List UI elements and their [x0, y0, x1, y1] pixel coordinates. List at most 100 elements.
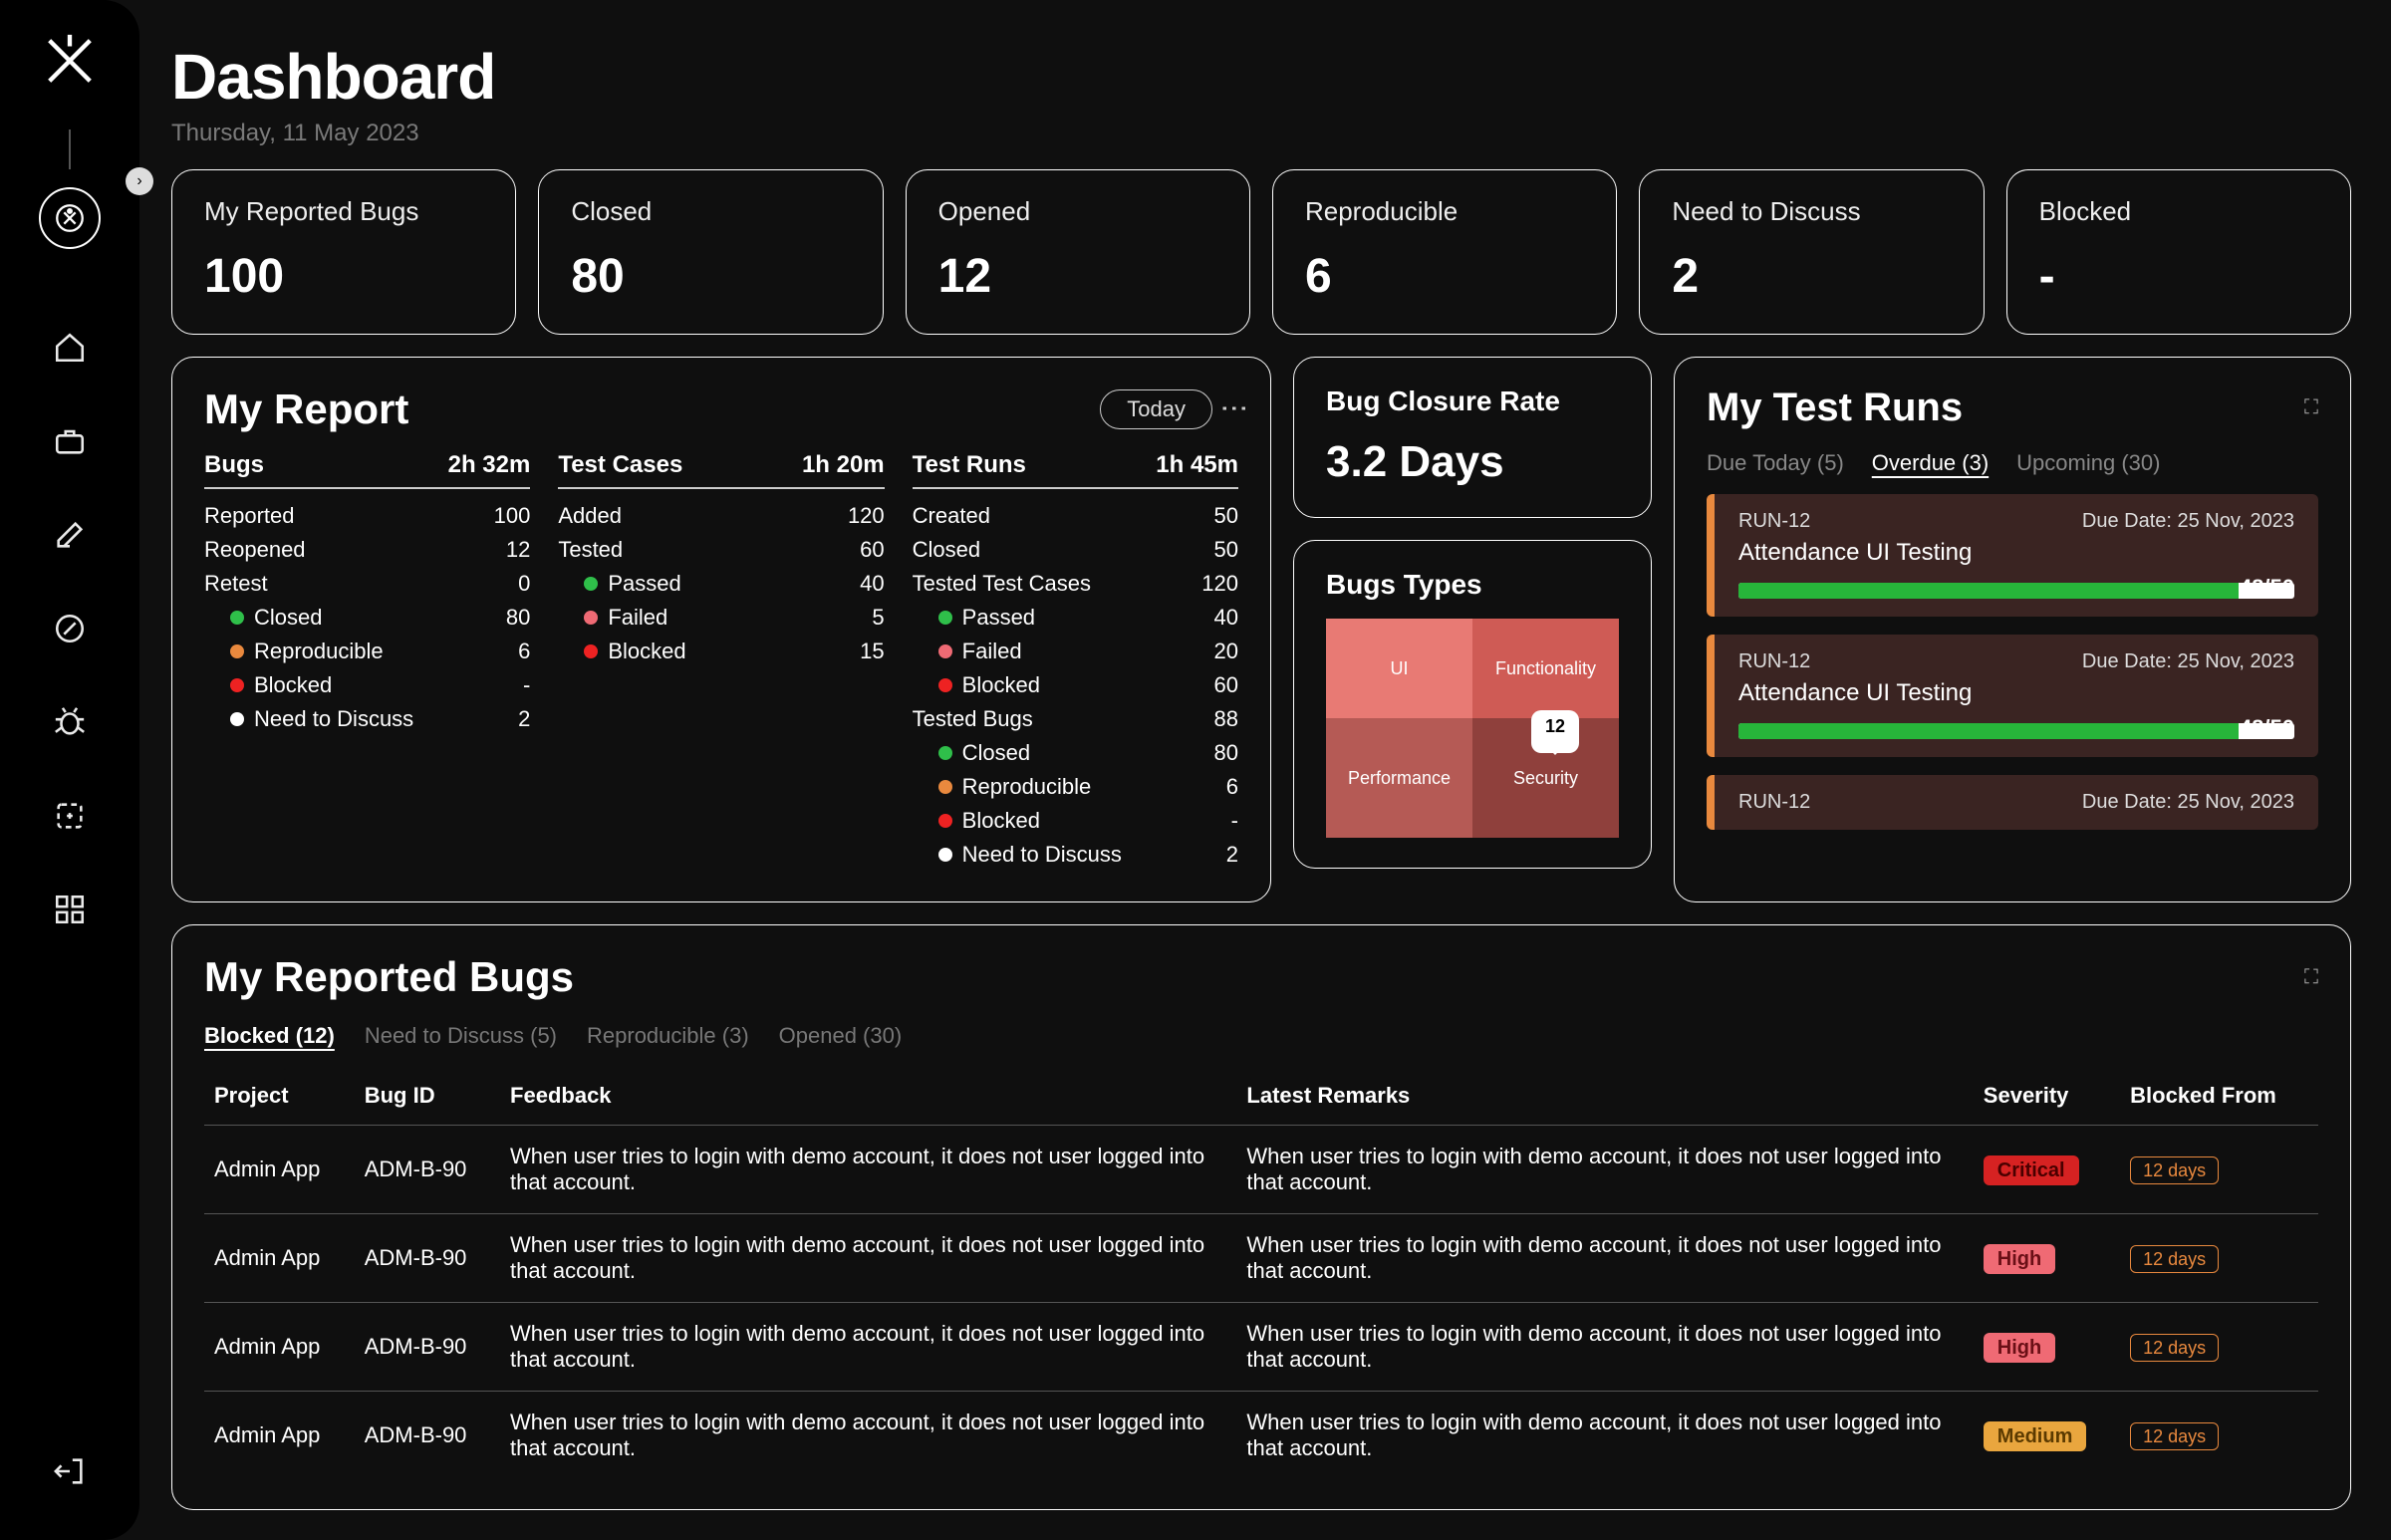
table-header: Blocked From: [2120, 1071, 2318, 1126]
cell-remarks: When user tries to login with demo accou…: [1236, 1126, 1973, 1214]
nav-bug[interactable]: [51, 703, 89, 741]
report-column: Test Cases 1h 20m Added 120 Tested 60 Pa…: [558, 451, 884, 872]
run-due: Due Date: 25 Nov, 2023: [2082, 650, 2294, 673]
report-row-value: 88: [1214, 706, 1238, 732]
report-row: Tested 60: [558, 533, 884, 567]
report-row-label: Tested: [558, 537, 623, 563]
report-filter-today[interactable]: Today: [1100, 389, 1212, 429]
report-row-value: 100: [494, 503, 531, 529]
table-header: Latest Remarks: [1236, 1071, 1973, 1126]
kpi-card[interactable]: Need to Discuss 2: [1639, 169, 1984, 335]
report-row-label: Added: [558, 503, 622, 529]
table-row[interactable]: Admin App ADM-B-90 When user tries to lo…: [204, 1303, 2318, 1392]
treemap-ui[interactable]: UI: [1326, 619, 1472, 718]
status-dot-icon: [938, 644, 952, 658]
nav-edit[interactable]: [51, 516, 89, 554]
project-avatar[interactable]: [39, 187, 101, 249]
report-row-label: Tested Test Cases: [913, 571, 1091, 597]
nav-crop[interactable]: [51, 797, 89, 835]
treemap-performance[interactable]: Performance: [1326, 718, 1472, 838]
report-row: Reproducible 6: [204, 635, 530, 668]
nav-logout[interactable]: [51, 1452, 89, 1490]
report-row-label: Reproducible: [254, 639, 384, 664]
kpi-card[interactable]: Opened 12: [906, 169, 1250, 335]
mid-row: My Report Today ⋮ Bugs 2h 32m Reported 1…: [171, 357, 2351, 902]
reported-bugs-table: ProjectBug IDFeedbackLatest RemarksSever…: [204, 1071, 2318, 1479]
blocked-chip: 12 days: [2130, 1245, 2219, 1273]
report-row-label: Blocked: [254, 672, 332, 698]
report-row: Reported 100: [204, 499, 530, 533]
test-runs-tab[interactable]: Due Today (5): [1707, 450, 1844, 476]
test-run-card[interactable]: RUN-12Due Date: 25 Nov, 2023: [1707, 775, 2318, 830]
report-row: Tested Test Cases 120: [913, 567, 1238, 601]
sidebar-expand-button[interactable]: ›: [126, 167, 153, 195]
report-row-value: 50: [1214, 537, 1238, 563]
report-row-value: 40: [860, 571, 884, 597]
run-id: RUN-12: [1738, 791, 1810, 814]
test-runs-tabs: Due Today (5) Overdue (3) Upcoming (30): [1707, 450, 2318, 476]
cell-bug-id: ADM-B-90: [355, 1126, 500, 1214]
kpi-card[interactable]: Reproducible 6: [1272, 169, 1617, 335]
kpi-label: Blocked: [2039, 196, 2318, 227]
test-run-card[interactable]: RUN-12Due Date: 25 Nov, 2023 Attendance …: [1707, 494, 2318, 617]
reported-bugs-tab[interactable]: Reproducible (3): [587, 1023, 749, 1049]
report-row: Blocked -: [204, 668, 530, 702]
reported-bugs-tab[interactable]: Opened (30): [779, 1023, 903, 1049]
cell-project: Admin App: [204, 1303, 355, 1392]
status-dot-icon: [938, 814, 952, 828]
report-row-value: 50: [1214, 503, 1238, 529]
blocked-chip: 12 days: [2130, 1156, 2219, 1184]
table-row[interactable]: Admin App ADM-B-90 When user tries to lo…: [204, 1392, 2318, 1480]
report-row-value: 40: [1214, 605, 1238, 631]
status-dot-icon: [230, 678, 244, 692]
cell-feedback: When user tries to login with demo accou…: [500, 1392, 1236, 1480]
report-row: Need to Discuss 2: [913, 838, 1238, 872]
report-row-value: 6: [1226, 774, 1238, 800]
cell-project: Admin App: [204, 1126, 355, 1214]
report-row-label: Reopened: [204, 537, 306, 563]
nav-home[interactable]: [51, 329, 89, 367]
treemap-tooltip: 12: [1531, 710, 1579, 753]
nav-briefcase[interactable]: [51, 422, 89, 460]
main-content: Dashboard Thursday, 11 May 2023 My Repor…: [139, 0, 2391, 1540]
cell-blocked: 12 days: [2120, 1303, 2318, 1392]
report-row: Passed 40: [558, 567, 884, 601]
run-title: Attendance UI Testing: [1738, 679, 2294, 707]
reported-bugs-tab[interactable]: Need to Discuss (5): [365, 1023, 557, 1049]
nav-compass[interactable]: [51, 610, 89, 647]
report-row-value: 2: [518, 706, 530, 732]
nav-grid[interactable]: [51, 891, 89, 928]
cell-severity: Medium: [1974, 1392, 2120, 1480]
reported-bugs-panel: My Reported Bugs ⛶ Blocked (12)Need to D…: [171, 924, 2351, 1510]
report-row: Added 120: [558, 499, 884, 533]
blocked-chip: 12 days: [2130, 1334, 2219, 1362]
kpi-card[interactable]: Closed 80: [538, 169, 883, 335]
test-runs-tab[interactable]: Upcoming (30): [2016, 450, 2160, 476]
table-row[interactable]: Admin App ADM-B-90 When user tries to lo…: [204, 1126, 2318, 1214]
test-runs-tab[interactable]: Overdue (3): [1872, 450, 1989, 476]
page-header: Dashboard Thursday, 11 May 2023: [171, 40, 2351, 147]
cell-bug-id: ADM-B-90: [355, 1214, 500, 1303]
expand-icon[interactable]: ⛶: [2304, 966, 2318, 989]
severity-badge: Medium: [1984, 1421, 2087, 1451]
test-run-card[interactable]: RUN-12Due Date: 25 Nov, 2023 Attendance …: [1707, 635, 2318, 757]
report-row-value: -: [523, 672, 530, 698]
reported-bugs-tab[interactable]: Blocked (12): [204, 1023, 335, 1049]
report-row-value: 5: [872, 605, 884, 631]
cell-severity: Critical: [1974, 1126, 2120, 1214]
table-row[interactable]: Admin App ADM-B-90 When user tries to lo…: [204, 1214, 2318, 1303]
report-row-value: -: [1231, 808, 1238, 834]
expand-icon[interactable]: ⛶: [2304, 396, 2318, 419]
bug-closure-title: Bug Closure Rate: [1326, 385, 1619, 417]
kpi-card[interactable]: My Reported Bugs 100: [171, 169, 516, 335]
report-col-duration: 2h 32m: [448, 451, 531, 479]
bug-types-title: Bugs Types: [1326, 569, 1619, 601]
kebab-menu-icon[interactable]: ⋮: [1230, 394, 1238, 424]
kpi-card[interactable]: Blocked -: [2006, 169, 2351, 335]
report-row: Failed 20: [913, 635, 1238, 668]
treemap-functionality[interactable]: Functionality: [1472, 619, 1619, 718]
report-row-label: Blocked: [962, 672, 1040, 698]
table-header: Bug ID: [355, 1071, 500, 1126]
report-row: Blocked 15: [558, 635, 884, 668]
report-row-value: 120: [1201, 571, 1238, 597]
